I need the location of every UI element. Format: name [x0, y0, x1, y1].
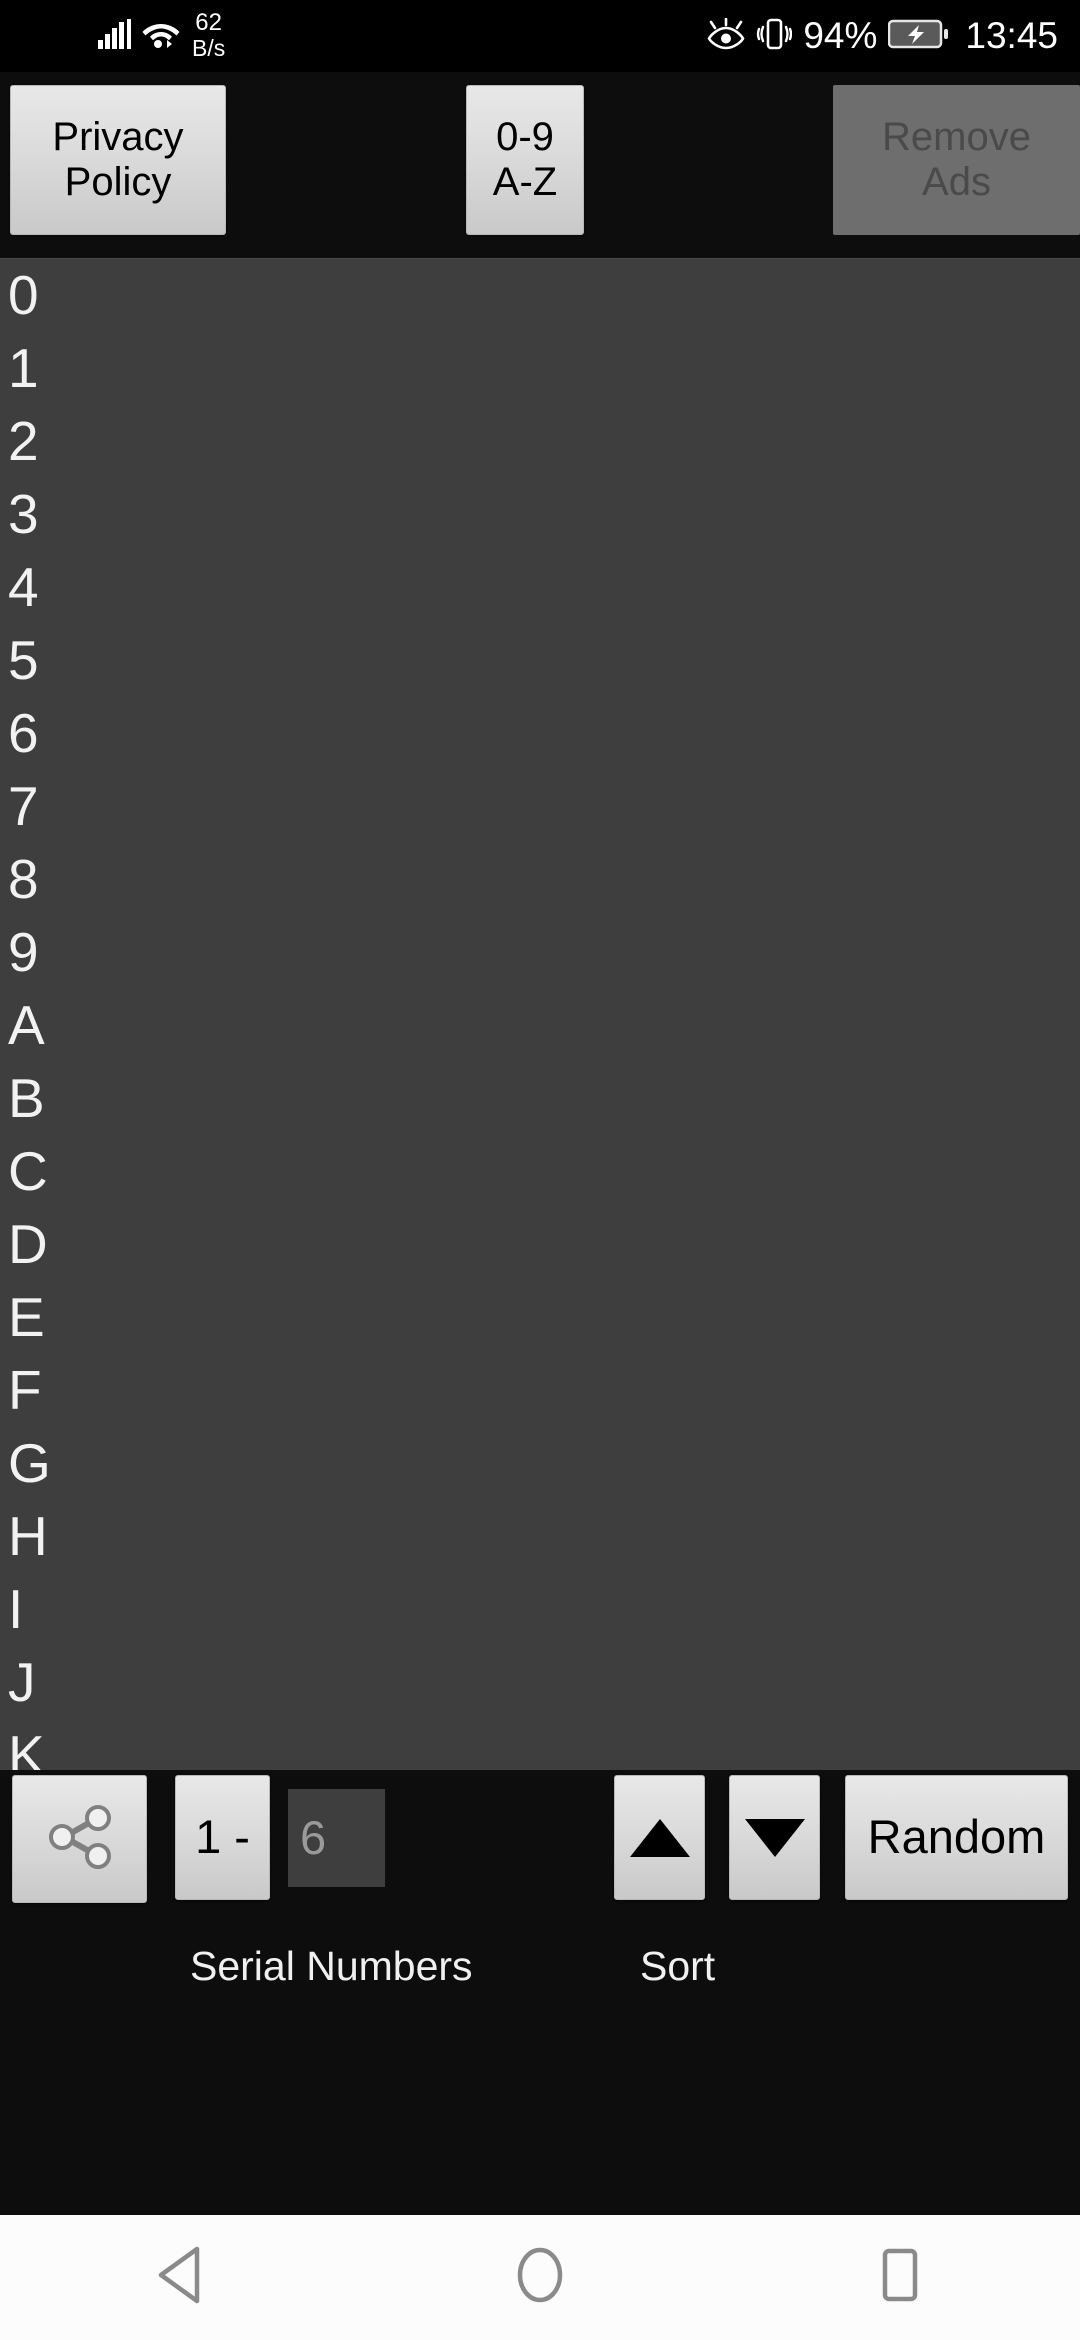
- privacy-policy-button[interactable]: Privacy Policy: [10, 85, 226, 235]
- triangle-up-icon: [629, 1818, 690, 1857]
- cellular-signal-icon: [98, 18, 132, 54]
- back-triangle-icon: [153, 2245, 207, 2310]
- list-item[interactable]: 3: [0, 478, 1080, 551]
- list-item[interactable]: H: [0, 1500, 1080, 1573]
- privacy-policy-label-line2: Policy: [64, 160, 172, 204]
- list-item[interactable]: D: [0, 1208, 1080, 1281]
- serial-numbers-label: Serial Numbers: [190, 1943, 473, 1989]
- recents-square-icon: [873, 2245, 927, 2310]
- sort-mode-button[interactable]: 0-9 A-Z: [466, 85, 584, 235]
- remove-ads-button[interactable]: Remove Ads: [833, 85, 1080, 235]
- android-navigation-bar: [0, 2215, 1080, 2340]
- eye-comfort-icon: [707, 17, 745, 55]
- share-icon: [40, 1797, 120, 1882]
- sort-mode-label-line1: 0-9: [496, 115, 554, 160]
- network-speed: 62 B/s: [192, 11, 225, 60]
- random-button[interactable]: Random: [845, 1775, 1068, 1900]
- sort-ascending-button[interactable]: [614, 1775, 705, 1900]
- battery-charging-icon: [888, 18, 949, 55]
- network-speed-unit: B/s: [192, 35, 226, 61]
- list-item[interactable]: E: [0, 1281, 1080, 1354]
- nav-home-button[interactable]: [450, 2215, 630, 2340]
- share-button[interactable]: [12, 1775, 147, 1903]
- battery-percent: 94%: [803, 15, 878, 56]
- privacy-policy-label-line1: Privacy: [52, 115, 184, 160]
- list-item[interactable]: 8: [0, 843, 1080, 916]
- sort-descending-button[interactable]: [729, 1775, 820, 1900]
- nav-back-button[interactable]: [90, 2215, 270, 2340]
- status-bar-left: 62 B/s: [98, 0, 225, 72]
- nav-recents-button[interactable]: [810, 2215, 990, 2340]
- vibrate-icon: [756, 16, 793, 57]
- list-item[interactable]: B: [0, 1062, 1080, 1135]
- list-item[interactable]: F: [0, 1354, 1080, 1427]
- sort-label: Sort: [640, 1943, 716, 1989]
- list-item[interactable]: 1: [0, 332, 1080, 405]
- list-item[interactable]: 2: [0, 405, 1080, 478]
- list-item[interactable]: 7: [0, 770, 1080, 843]
- network-speed-value: 62: [195, 9, 222, 36]
- list-item[interactable]: 4: [0, 551, 1080, 624]
- remove-ads-label-line2: Ads: [922, 160, 991, 204]
- sort-mode-label-line2: A-Z: [492, 160, 558, 204]
- app-screen: 62 B/s 94% 13:45 Privacy Policy 0-9 A-Z …: [0, 0, 1080, 2340]
- list-item[interactable]: J: [0, 1646, 1080, 1719]
- bottom-control-bar: 1 - 6 Random Serial Numbers Sort: [0, 1770, 1080, 2215]
- count-input[interactable]: 6: [288, 1789, 385, 1887]
- range-start-label: 1 -: [195, 1810, 250, 1864]
- list-item[interactable]: K: [0, 1719, 1080, 1770]
- list-item[interactable]: 5: [0, 624, 1080, 697]
- list-item[interactable]: G: [0, 1427, 1080, 1500]
- status-bar-right: 94% 13:45: [707, 0, 1058, 72]
- wifi-icon: [142, 19, 180, 54]
- status-bar: 62 B/s 94% 13:45: [0, 0, 1080, 72]
- random-label: Random: [867, 1810, 1046, 1864]
- list-item[interactable]: A: [0, 989, 1080, 1062]
- character-list[interactable]: 0123456789ABCDEFGHIJK: [0, 258, 1080, 1770]
- list-item[interactable]: C: [0, 1135, 1080, 1208]
- range-start-button[interactable]: 1 -: [175, 1775, 270, 1900]
- list-item[interactable]: 9: [0, 916, 1080, 989]
- remove-ads-label-line1: Remove: [882, 115, 1031, 160]
- list-item[interactable]: I: [0, 1573, 1080, 1646]
- home-circle-icon: [513, 2245, 567, 2310]
- list-item[interactable]: 0: [0, 259, 1080, 332]
- list-item[interactable]: 6: [0, 697, 1080, 770]
- top-button-bar: Privacy Policy 0-9 A-Z Remove Ads: [0, 72, 1080, 258]
- clock: 13:45: [965, 15, 1058, 56]
- triangle-down-icon: [744, 1818, 805, 1857]
